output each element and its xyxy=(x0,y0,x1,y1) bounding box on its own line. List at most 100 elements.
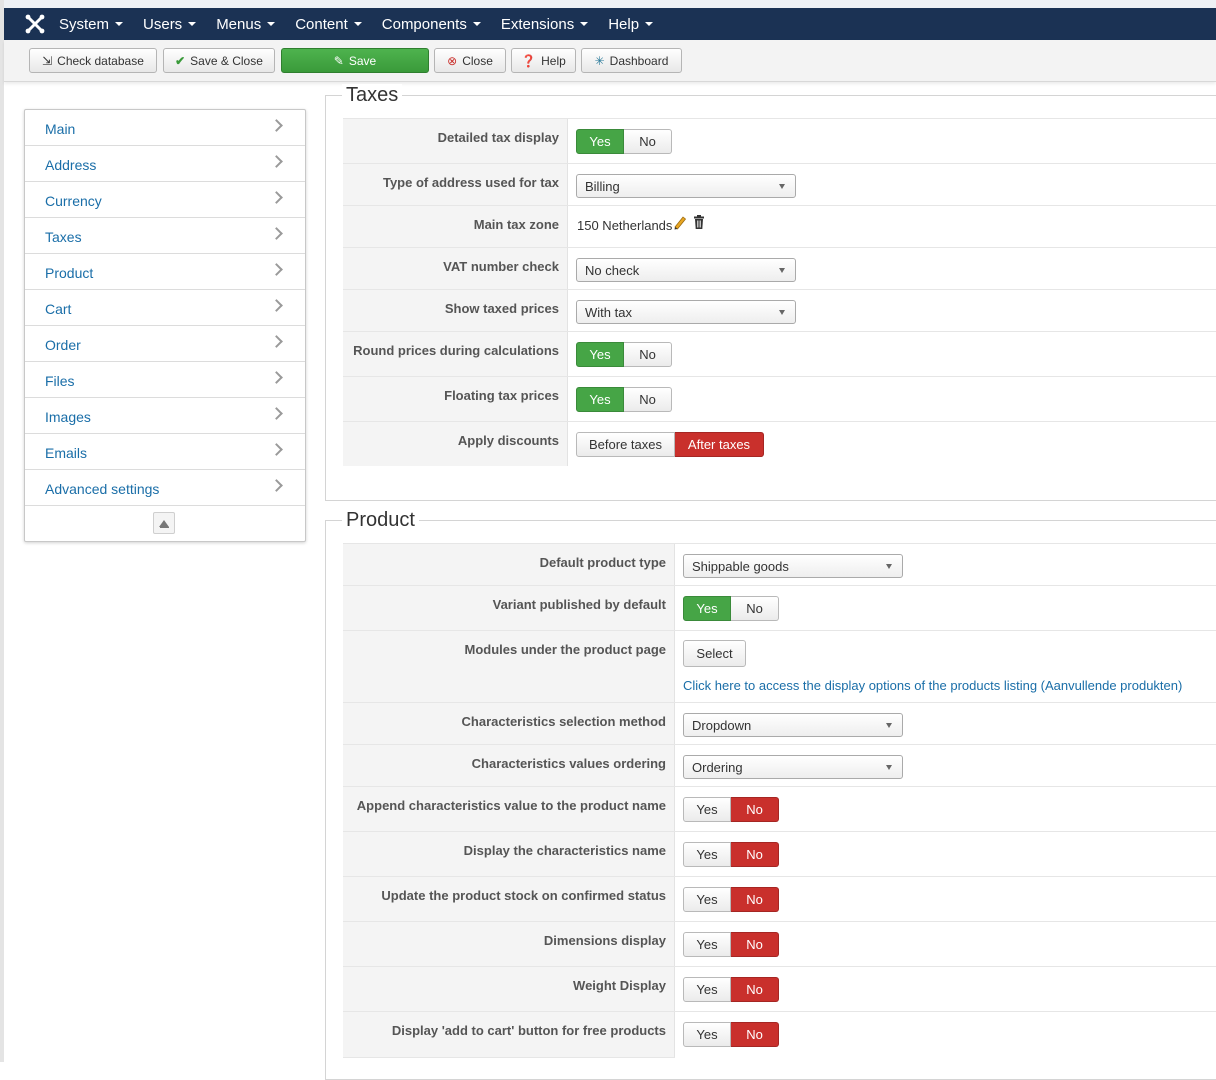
collapse-sidebar-button[interactable] xyxy=(153,512,175,534)
products-listing-options-link[interactable]: Click here to access the display options… xyxy=(683,678,1182,693)
dropdown-arrow-icon xyxy=(886,765,892,770)
vat-check-select[interactable]: No check xyxy=(576,258,796,282)
dashboard-button[interactable]: ✳ Dashboard xyxy=(581,48,682,73)
yes-option[interactable]: Yes xyxy=(576,387,624,412)
no-option[interactable]: No xyxy=(731,797,779,822)
yes-option[interactable]: Yes xyxy=(683,887,731,912)
yes-option[interactable]: Yes xyxy=(576,129,624,154)
no-option[interactable]: No xyxy=(731,596,779,621)
menu-content[interactable]: Content xyxy=(295,16,362,33)
menu-extensions[interactable]: Extensions xyxy=(501,16,589,33)
chevron-right-icon xyxy=(270,227,283,240)
sidebar-item-currency[interactable]: Currency xyxy=(25,182,305,218)
chevron-right-icon xyxy=(270,371,283,384)
button-label: Dashboard xyxy=(609,53,669,68)
update-stock-toggle: Yes No xyxy=(683,887,779,912)
sidebar-item-order[interactable]: Order xyxy=(25,326,305,362)
field-label: Show taxed prices xyxy=(444,301,559,316)
sidebar-item-cart[interactable]: Cart xyxy=(25,290,305,326)
chevron-right-icon xyxy=(270,299,283,312)
select-value: Dropdown xyxy=(692,717,752,733)
yes-option[interactable]: Yes xyxy=(683,596,731,621)
default-product-type-select[interactable]: Shippable goods xyxy=(683,554,903,578)
close-button[interactable]: ⊗ Close xyxy=(434,48,506,73)
field-label: Update the product stock on confirmed st… xyxy=(381,888,666,903)
menu-label: System xyxy=(59,15,110,33)
show-taxed-select[interactable]: With tax xyxy=(576,300,796,324)
yes-option[interactable]: Yes xyxy=(683,797,731,822)
field-label: Main tax zone xyxy=(473,217,559,232)
no-option[interactable]: No xyxy=(731,1022,779,1047)
no-option[interactable]: No xyxy=(624,129,672,154)
row-variant-published: Variant published by default Yes No xyxy=(343,585,1216,630)
row-display-characteristics-name: Display the characteristics name Yes No xyxy=(343,831,1216,876)
select-modules-button[interactable]: Select xyxy=(683,640,746,667)
after-taxes-option[interactable]: After taxes xyxy=(675,432,764,457)
trash-icon[interactable] xyxy=(693,215,705,232)
row-address-type: Type of address used for tax Billing xyxy=(343,163,1216,205)
field-label: Display 'add to cart' button for free pr… xyxy=(391,1023,666,1038)
sidebar-item-files[interactable]: Files xyxy=(25,362,305,398)
eject-icon xyxy=(159,519,169,527)
select-value: Shippable goods xyxy=(692,558,789,574)
no-option[interactable]: No xyxy=(624,387,672,412)
main-tax-zone-value: 150 Netherlands xyxy=(577,218,673,233)
address-type-select[interactable]: Billing xyxy=(576,174,796,198)
no-option[interactable]: No xyxy=(731,887,779,912)
menu-users[interactable]: Users xyxy=(143,16,197,33)
yes-option[interactable]: Yes xyxy=(683,842,731,867)
field-label: Modules under the product page xyxy=(464,642,666,657)
row-detailed-tax-display: Detailed tax display Yes No xyxy=(343,118,1216,163)
no-option[interactable]: No xyxy=(624,342,672,367)
sidebar-item-address[interactable]: Address xyxy=(25,146,305,182)
display-characteristics-name-toggle: Yes No xyxy=(683,842,779,867)
sidebar-item-label: Cart xyxy=(45,301,72,317)
no-option[interactable]: No xyxy=(731,842,779,867)
menu-components[interactable]: Components xyxy=(382,16,481,33)
no-option[interactable]: No xyxy=(731,977,779,1002)
sidebar-item-advanced-settings[interactable]: Advanced settings xyxy=(25,470,305,506)
field-label: Dimensions display xyxy=(543,933,666,948)
menu-label: Help xyxy=(608,15,640,33)
sidebar-item-taxes[interactable]: Taxes xyxy=(25,218,305,254)
dropdown-arrow-icon xyxy=(779,310,785,315)
pencil-edit-icon[interactable] xyxy=(673,214,687,233)
field-label: Append characteristics value to the prod… xyxy=(356,798,666,813)
characteristics-ordering-select[interactable]: Ordering xyxy=(683,755,903,779)
row-dimensions-display: Dimensions display Yes No xyxy=(343,921,1216,966)
sidebar-item-main[interactable]: Main xyxy=(25,110,305,146)
chevron-right-icon xyxy=(270,443,283,456)
field-label: Characteristics selection method xyxy=(461,714,666,729)
characteristics-method-select[interactable]: Dropdown xyxy=(683,713,903,737)
caret-down-icon xyxy=(472,22,481,26)
yes-option[interactable]: Yes xyxy=(683,932,731,957)
caret-down-icon xyxy=(188,22,197,26)
button-label: Close xyxy=(462,53,493,68)
check-database-button[interactable]: ⇲ Check database xyxy=(29,48,157,73)
yes-option[interactable]: Yes xyxy=(576,342,624,367)
before-taxes-option[interactable]: Before taxes xyxy=(576,432,675,457)
sidebar-item-images[interactable]: Images xyxy=(25,398,305,434)
edit-icon: ✎ xyxy=(333,53,344,68)
field-label: Weight Display xyxy=(573,978,666,993)
joomla-logo-icon[interactable] xyxy=(24,14,46,34)
menu-menus[interactable]: Menus xyxy=(216,16,276,33)
config-sidebar: Main Address Currency Taxes Product Cart… xyxy=(24,109,306,542)
row-add-to-cart-free: Display 'add to cart' button for free pr… xyxy=(343,1011,1216,1062)
sidebar-item-emails[interactable]: Emails xyxy=(25,434,305,470)
sidebar-item-label: Order xyxy=(45,337,81,353)
sidebar-item-label: Main xyxy=(45,121,76,137)
browser-top-strip xyxy=(0,0,1216,8)
sidebar-item-product[interactable]: Product xyxy=(25,254,305,290)
yes-option[interactable]: Yes xyxy=(683,1022,731,1047)
field-label: Variant published by default xyxy=(492,597,666,612)
sidebar-item-label: Advanced settings xyxy=(45,481,160,497)
save-close-button[interactable]: ✔ Save & Close xyxy=(163,48,275,73)
no-option[interactable]: No xyxy=(731,932,779,957)
menu-help[interactable]: Help xyxy=(608,15,654,33)
yes-option[interactable]: Yes xyxy=(683,977,731,1002)
save-button[interactable]: ✎ Save xyxy=(281,48,429,73)
caret-down-icon xyxy=(580,22,589,26)
menu-system[interactable]: System xyxy=(59,15,124,33)
help-button[interactable]: ❓ Help xyxy=(511,48,576,73)
